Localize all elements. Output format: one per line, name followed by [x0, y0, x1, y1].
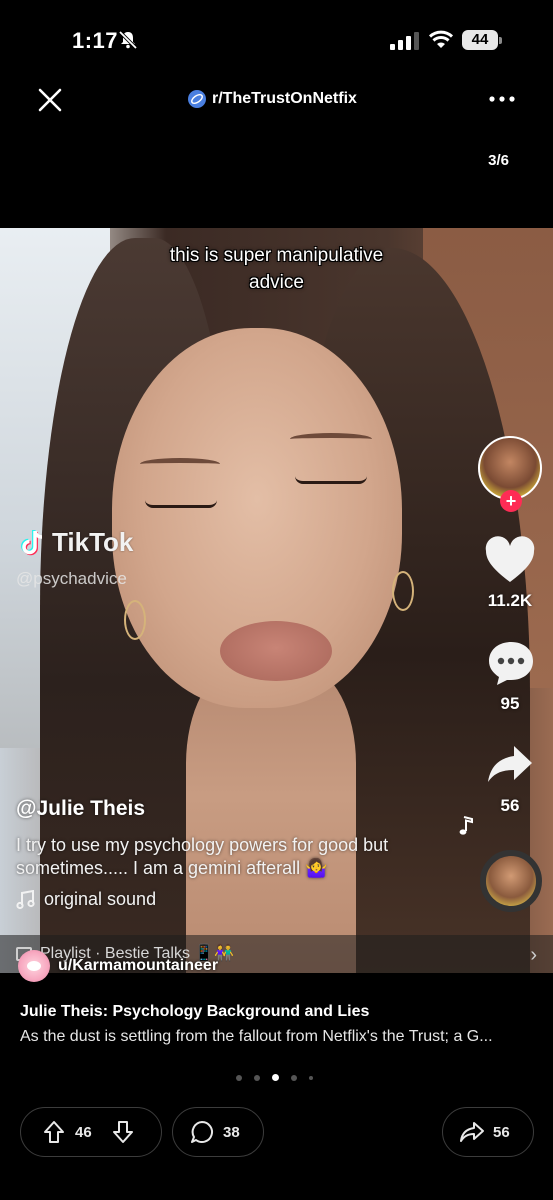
wifi-icon	[428, 30, 454, 48]
tiktok-handle: @psychadvice	[16, 569, 127, 588]
comments-button[interactable]: 38	[172, 1107, 264, 1157]
comment-bubble-icon[interactable]	[486, 638, 536, 688]
share-button[interactable]: 56	[442, 1107, 534, 1157]
post-user[interactable]: u/Karmamountaineer	[18, 950, 218, 982]
battery-tip	[499, 37, 502, 44]
close-icon[interactable]	[36, 86, 64, 114]
likes-count: 11.2K	[487, 591, 533, 610]
media-counter: 3/6	[488, 152, 509, 169]
cell-signal-icon	[390, 32, 419, 50]
downvote-icon[interactable]	[110, 1119, 136, 1145]
battery-level: 44	[462, 30, 498, 50]
share-arrow-icon[interactable]	[486, 744, 534, 784]
username: u/Karmamountaineer	[58, 957, 219, 974]
subreddit-link[interactable]: r/TheTrustOnNetfix	[188, 88, 357, 110]
subreddit-name: r/TheTrustOnNetfix	[212, 90, 357, 107]
page-dot	[309, 1075, 313, 1080]
sound-row[interactable]: original sound	[16, 889, 156, 910]
upvote-icon[interactable]	[41, 1119, 67, 1145]
video-caption: this is super manipulative advice	[0, 242, 553, 296]
share-icon	[460, 1122, 484, 1142]
more-options-icon[interactable]	[488, 94, 516, 104]
eyebrow-left	[140, 458, 220, 470]
status-time: 1:17	[72, 28, 119, 53]
page-dot	[254, 1074, 260, 1081]
video-author[interactable]: @Julie Theis	[16, 797, 145, 821]
neck	[186, 668, 356, 973]
post-title[interactable]: Julie Theis: Psychology Background and L…	[20, 1003, 369, 1021]
tiktok-note-icon	[21, 529, 43, 555]
follow-plus-icon[interactable]: +	[500, 490, 522, 512]
eye-left	[145, 500, 217, 508]
sound-name: original sound	[44, 889, 157, 909]
bell-muted-icon	[118, 30, 138, 50]
earring-right	[392, 571, 414, 611]
pagination-dots	[236, 1074, 313, 1081]
battery-indicator: 44	[462, 30, 502, 50]
comments-count: 95	[500, 694, 520, 713]
comment-icon	[191, 1121, 213, 1143]
video-description: I try to use my psychology powers for go…	[16, 835, 389, 878]
page-dot	[236, 1074, 242, 1081]
vote-pill: 46	[20, 1107, 162, 1157]
shares-count: 56	[500, 796, 520, 815]
tiktok-watermark: TikTok	[18, 527, 133, 558]
heart-icon[interactable]	[484, 536, 536, 584]
upvote-count: 46	[75, 1123, 92, 1141]
page-dot-active	[272, 1074, 279, 1081]
lips	[220, 621, 332, 681]
page-dot	[291, 1074, 297, 1081]
earring-left	[124, 600, 146, 640]
eyebrow-right	[290, 433, 372, 445]
share-count: 56	[493, 1123, 510, 1141]
chevron-right-icon: ›	[530, 944, 537, 966]
status-bar: 1:17 44	[0, 0, 553, 80]
comment-count: 38	[223, 1123, 240, 1141]
tiktok-brand: TikTok	[52, 527, 134, 557]
subreddit-icon	[188, 90, 206, 108]
eye-right	[295, 476, 367, 484]
post-body[interactable]: As the dust is settling from the fallout…	[20, 1028, 540, 1046]
sound-disc-avatar[interactable]	[480, 850, 542, 912]
user-avatar	[18, 950, 50, 982]
caption-line-2: advice	[249, 272, 304, 293]
caption-line-1: this is super manipulative	[169, 245, 384, 266]
music-icon	[16, 889, 35, 909]
